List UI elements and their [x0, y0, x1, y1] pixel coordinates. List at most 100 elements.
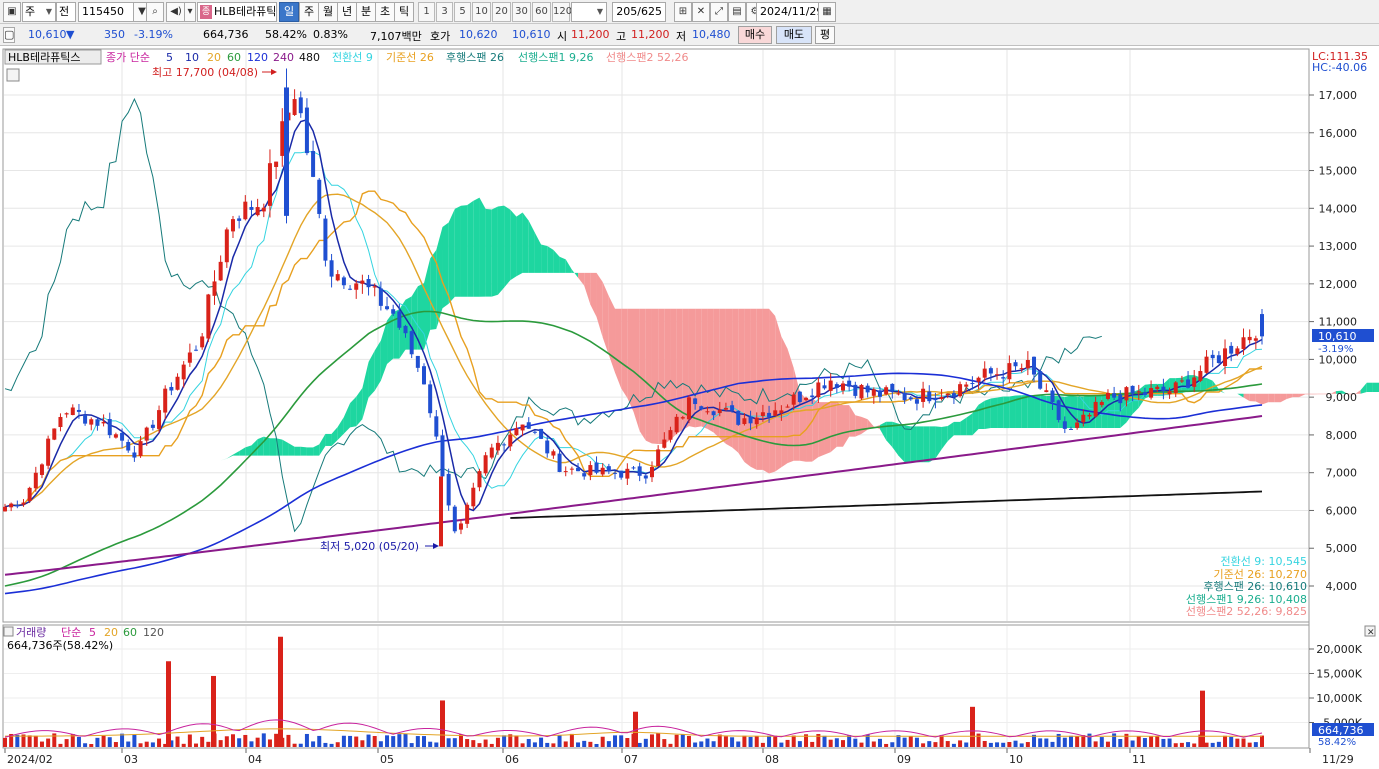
- volume-bar: [686, 735, 691, 747]
- volume-bar: [415, 736, 420, 747]
- candle-body: [1210, 354, 1215, 359]
- ma-120[interactable]: 120: [247, 51, 268, 64]
- code-input[interactable]: 115450: [78, 2, 134, 22]
- candle-body: [132, 452, 137, 458]
- sell-button[interactable]: 매도: [776, 26, 812, 44]
- candle-body: [779, 410, 784, 413]
- interval-20[interactable]: 20: [492, 2, 511, 22]
- interval-3[interactable]: 3: [436, 2, 453, 22]
- ask-label: 호가: [430, 30, 451, 43]
- volume-bar: [828, 739, 833, 747]
- vol-ma-120[interactable]: 120: [143, 626, 164, 639]
- period-tick[interactable]: 틱: [394, 2, 414, 22]
- candle-body: [181, 364, 186, 380]
- vol-ma-60[interactable]: 60: [123, 626, 137, 639]
- vol-ma-20[interactable]: 20: [104, 626, 118, 639]
- price-tick-label: 13,000: [1319, 240, 1358, 253]
- cloud-segment: [485, 208, 492, 297]
- volume-bar: [483, 739, 488, 747]
- volume-bar: [1216, 741, 1221, 747]
- window-menu-icon[interactable]: ▣: [3, 2, 21, 22]
- candle-body: [1044, 390, 1049, 393]
- ma-60[interactable]: 60: [227, 51, 241, 64]
- cloud-segment: [510, 209, 517, 281]
- calendar-icon[interactable]: ▦: [818, 2, 836, 22]
- candle-body: [742, 418, 747, 424]
- ichimoku-lead1[interactable]: 선행스팬1 9,26: [518, 51, 593, 64]
- ma-20[interactable]: 20: [207, 51, 221, 64]
- sound-icon[interactable]: ◀): [166, 2, 186, 22]
- ma-10[interactable]: 10: [185, 51, 199, 64]
- interval-5[interactable]: 5: [454, 2, 471, 22]
- volume-spike-bar: [1200, 690, 1205, 747]
- vol-ma-5[interactable]: 5: [89, 626, 96, 639]
- market-select[interactable]: 전: [56, 2, 76, 22]
- date-label: 09: [897, 753, 911, 766]
- date-label: 04: [248, 753, 262, 766]
- candle-body: [539, 428, 544, 439]
- ichimoku-conversion[interactable]: 전환선 9: [332, 51, 373, 64]
- period-minute[interactable]: 분: [356, 2, 376, 22]
- cloud-segment: [818, 402, 825, 458]
- volume-bar: [255, 737, 260, 747]
- panel-grid-icon[interactable]: [6, 68, 20, 82]
- save-icon[interactable]: ▤: [728, 2, 746, 22]
- volume-panel-icon[interactable]: [3, 626, 14, 637]
- ichimoku-lead2[interactable]: 선행스팬2 52,26: [606, 51, 688, 64]
- volume-bar: [477, 743, 482, 747]
- date-field[interactable]: 2024/11/29: [756, 2, 823, 22]
- volume-bar: [502, 735, 507, 747]
- candle-body: [1013, 362, 1018, 367]
- interval-10[interactable]: 10: [472, 2, 491, 22]
- interval-120[interactable]: 120: [552, 2, 572, 22]
- ichimoku-base[interactable]: 기준선 26: [386, 51, 434, 64]
- search-icon[interactable]: ⌕: [146, 2, 164, 22]
- candle-body: [1142, 392, 1147, 395]
- volume-bar: [489, 743, 494, 747]
- date-label: 05: [380, 753, 394, 766]
- cloud-segment: [504, 205, 511, 288]
- ma-480[interactable]: 480: [299, 51, 320, 64]
- sound-dropdown-icon[interactable]: ▾: [184, 2, 196, 22]
- stock-name-field[interactable]: 종 HLB테라퓨틱: [197, 2, 277, 22]
- volume-bar: [569, 733, 574, 747]
- interval-30[interactable]: 30: [512, 2, 531, 22]
- period-year[interactable]: 년: [337, 2, 357, 22]
- eval-button[interactable]: 평: [815, 26, 835, 44]
- chart-name: HLB테라퓨틱스: [8, 51, 81, 64]
- stock-chart[interactable]: 17,000 16,000 15,000 14,000 13,000 12,000 11,0…: [0, 47, 1379, 769]
- ma-240[interactable]: 240: [273, 51, 294, 64]
- volume-bar: [323, 742, 328, 747]
- cloud-segment: [306, 447, 314, 456]
- date-label: 2024/02: [7, 753, 53, 766]
- expand-icon[interactable]: ⤢: [710, 2, 728, 22]
- custom-interval-select[interactable]: ▼: [571, 2, 607, 22]
- price-tick-label: 5,000: [1326, 542, 1358, 555]
- buy-button[interactable]: 매수: [738, 26, 772, 44]
- period-type-select[interactable]: 주 ▼: [22, 2, 56, 22]
- volume-bar: [958, 740, 963, 747]
- volume-ma-label[interactable]: 단순: [61, 626, 81, 639]
- ma-5[interactable]: 5: [166, 51, 173, 64]
- volume-tick-label: 20,000K: [1316, 643, 1362, 656]
- candle-body: [1204, 356, 1209, 373]
- volume-title[interactable]: 거래량: [16, 626, 46, 639]
- collapse-icon[interactable]: ▢: [3, 27, 15, 43]
- period-week[interactable]: 주: [299, 2, 319, 22]
- period-month[interactable]: 월: [318, 2, 338, 22]
- period-second[interactable]: 초: [375, 2, 395, 22]
- interval-1[interactable]: 1: [418, 2, 435, 22]
- settings-grid-icon[interactable]: ⊞: [674, 2, 692, 22]
- volume-bar: [249, 741, 254, 747]
- volume-tick-label: 10,000K: [1316, 692, 1362, 705]
- volume-bar: [693, 742, 698, 747]
- cloud-segment: [769, 308, 776, 474]
- candle-body: [1223, 348, 1228, 367]
- crosshair-icon[interactable]: ✕: [692, 2, 710, 22]
- interval-60[interactable]: 60: [532, 2, 551, 22]
- ma-label[interactable]: 종가 단순: [106, 51, 150, 64]
- data-count-field[interactable]: 205/625: [612, 2, 666, 22]
- volume-bar: [200, 736, 205, 747]
- period-day[interactable]: 일: [279, 2, 299, 22]
- ichimoku-lagging[interactable]: 후행스팬 26: [446, 51, 504, 64]
